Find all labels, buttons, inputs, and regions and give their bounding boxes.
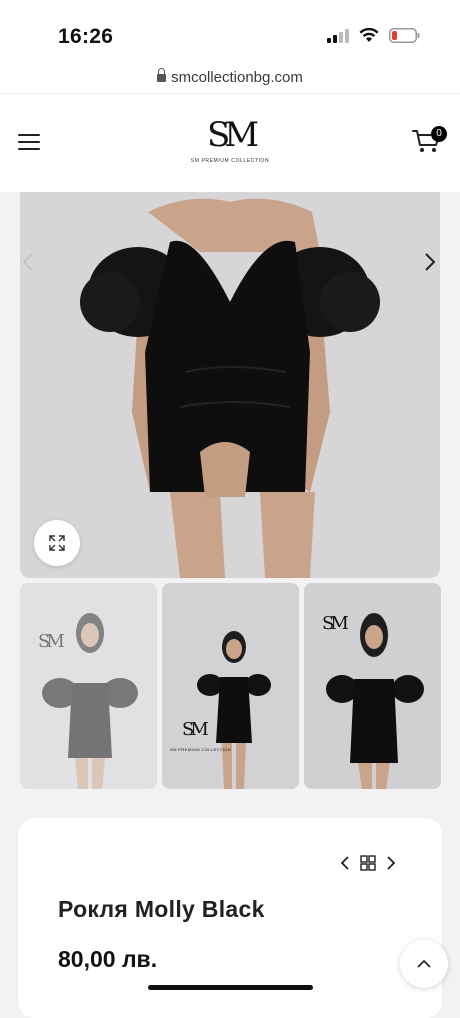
url-bar[interactable]: smcollectionbg.com [0,62,460,94]
prev-product-icon[interactable] [340,855,350,871]
scroll-to-top-button[interactable] [400,940,448,988]
thumb-logo: SM [322,613,349,634]
dress-photo [20,192,440,578]
site-logo[interactable]: SM SM PREMIUM COLLECTION [190,116,270,172]
thumb-logo-sub: SM PREMIUM COLLECTION [170,747,232,752]
chevron-right-icon[interactable] [424,252,436,272]
cart-count-badge: 0 [431,126,447,142]
next-product-icon[interactable] [386,855,396,871]
status-time: 16:26 [58,25,114,48]
product-nav [340,855,396,871]
thumbnail-3[interactable]: SM [304,583,441,789]
status-bar: 16:26 [0,0,460,62]
chevron-up-icon [417,959,431,968]
chevron-left-icon[interactable] [22,252,34,272]
home-indicator[interactable] [148,985,313,990]
url-text: smcollectionbg.com [171,69,303,86]
logo-mark: SM [206,115,259,155]
grid-icon[interactable] [360,855,376,871]
expand-icon [49,535,65,551]
thumbnail-2[interactable]: SM SM PREMIUM COLLECTION [162,583,299,789]
menu-icon[interactable] [18,134,40,150]
signal-icon [327,28,349,43]
battery-icon [389,28,420,43]
thumbnail-strip: SM SM SM PREMIUM COLLECTION SM [20,583,441,789]
thumb-logo: SM [182,719,209,740]
logo-subtitle: SM PREMIUM COLLECTION [190,158,270,164]
thumbnail-1[interactable]: SM [20,583,157,789]
product-main-image[interactable] [20,192,440,578]
status-icons [327,28,420,43]
thumb-logo: SM [38,631,65,652]
site-header: SM SM PREMIUM COLLECTION [0,94,460,192]
product-price: 80,00 лв. [58,946,158,972]
product-title: Рокля Molly Black [58,896,265,922]
zoom-button[interactable] [34,520,80,566]
lock-icon [157,68,167,82]
wifi-icon [359,28,379,42]
